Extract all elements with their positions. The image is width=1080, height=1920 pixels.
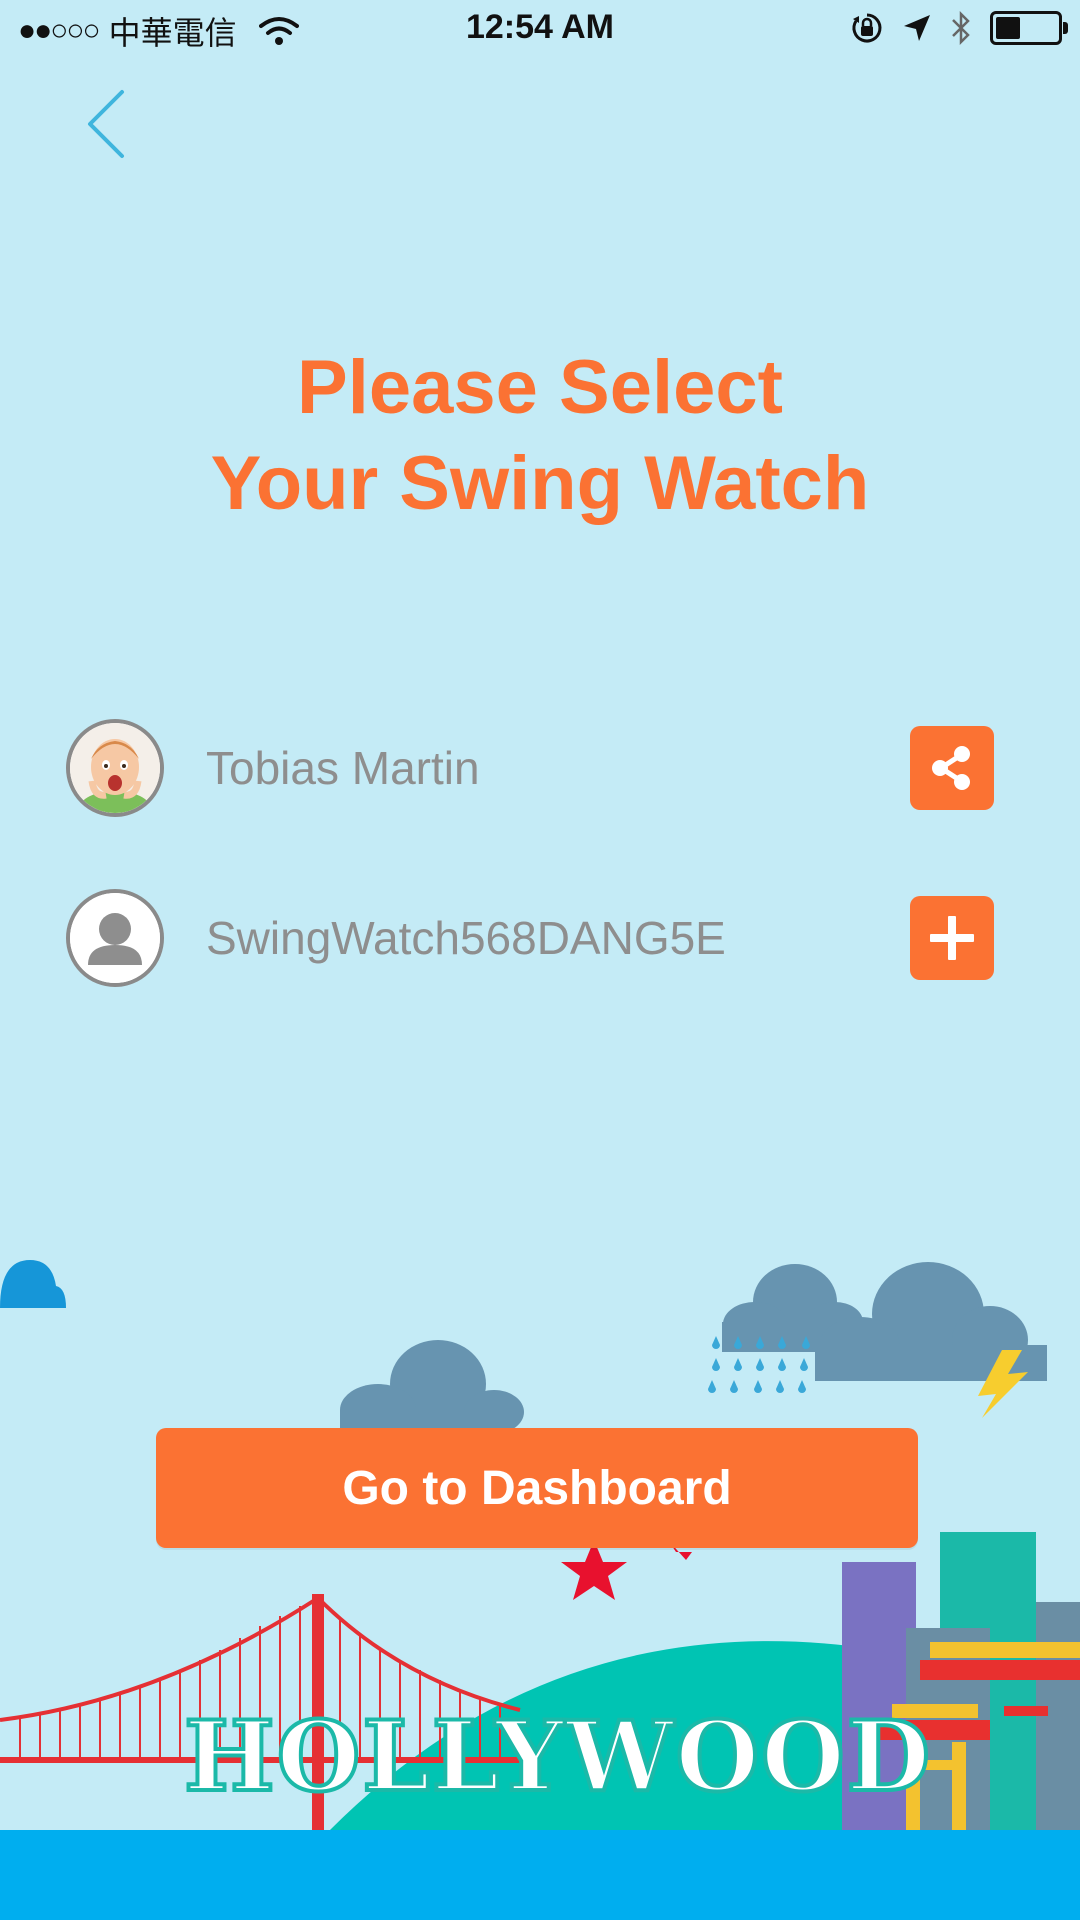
default-user-avatar: [66, 889, 164, 987]
device-name: SwingWatch568DANG5E: [206, 912, 726, 964]
star-icon: [561, 1540, 627, 1600]
location-icon: [904, 15, 930, 41]
bluetooth-icon: [952, 10, 970, 46]
title-line-1: Please Select: [297, 345, 783, 430]
gray-building: [1036, 1602, 1080, 1842]
battery-icon: [990, 11, 1068, 45]
device-name: Tobias Martin: [206, 742, 480, 794]
user-placeholder-icon: [70, 893, 160, 983]
cloud-icon: [340, 1340, 524, 1442]
add-button[interactable]: [910, 896, 994, 980]
back-chevron-icon[interactable]: [78, 86, 138, 162]
page-title: Please Select Your Swing Watch: [0, 340, 1080, 532]
status-bar: ●●○○○ 中華電信 12:54 AM: [0, 0, 1080, 58]
plus-icon: [930, 916, 974, 960]
orientation-lock-icon: [852, 13, 882, 43]
city-scene-illustration: HOLLYWOOD: [0, 1260, 1080, 1920]
device-row-tobias[interactable]: Tobias Martin: [66, 716, 994, 820]
share-icon: [932, 746, 970, 790]
child-face-icon: [70, 723, 160, 813]
go-to-dashboard-button[interactable]: Go to Dashboard: [156, 1428, 918, 1548]
cloud-icon: [0, 1260, 66, 1308]
title-line-2: Your Swing Watch: [210, 441, 870, 526]
child-photo-avatar: [66, 719, 164, 817]
device-row-swingwatch[interactable]: SwingWatch568DANG5E: [66, 886, 994, 990]
hollywood-sign: HOLLYWOOD: [184, 1700, 932, 1813]
share-button[interactable]: [910, 726, 994, 810]
water-strip: [0, 1830, 1080, 1920]
